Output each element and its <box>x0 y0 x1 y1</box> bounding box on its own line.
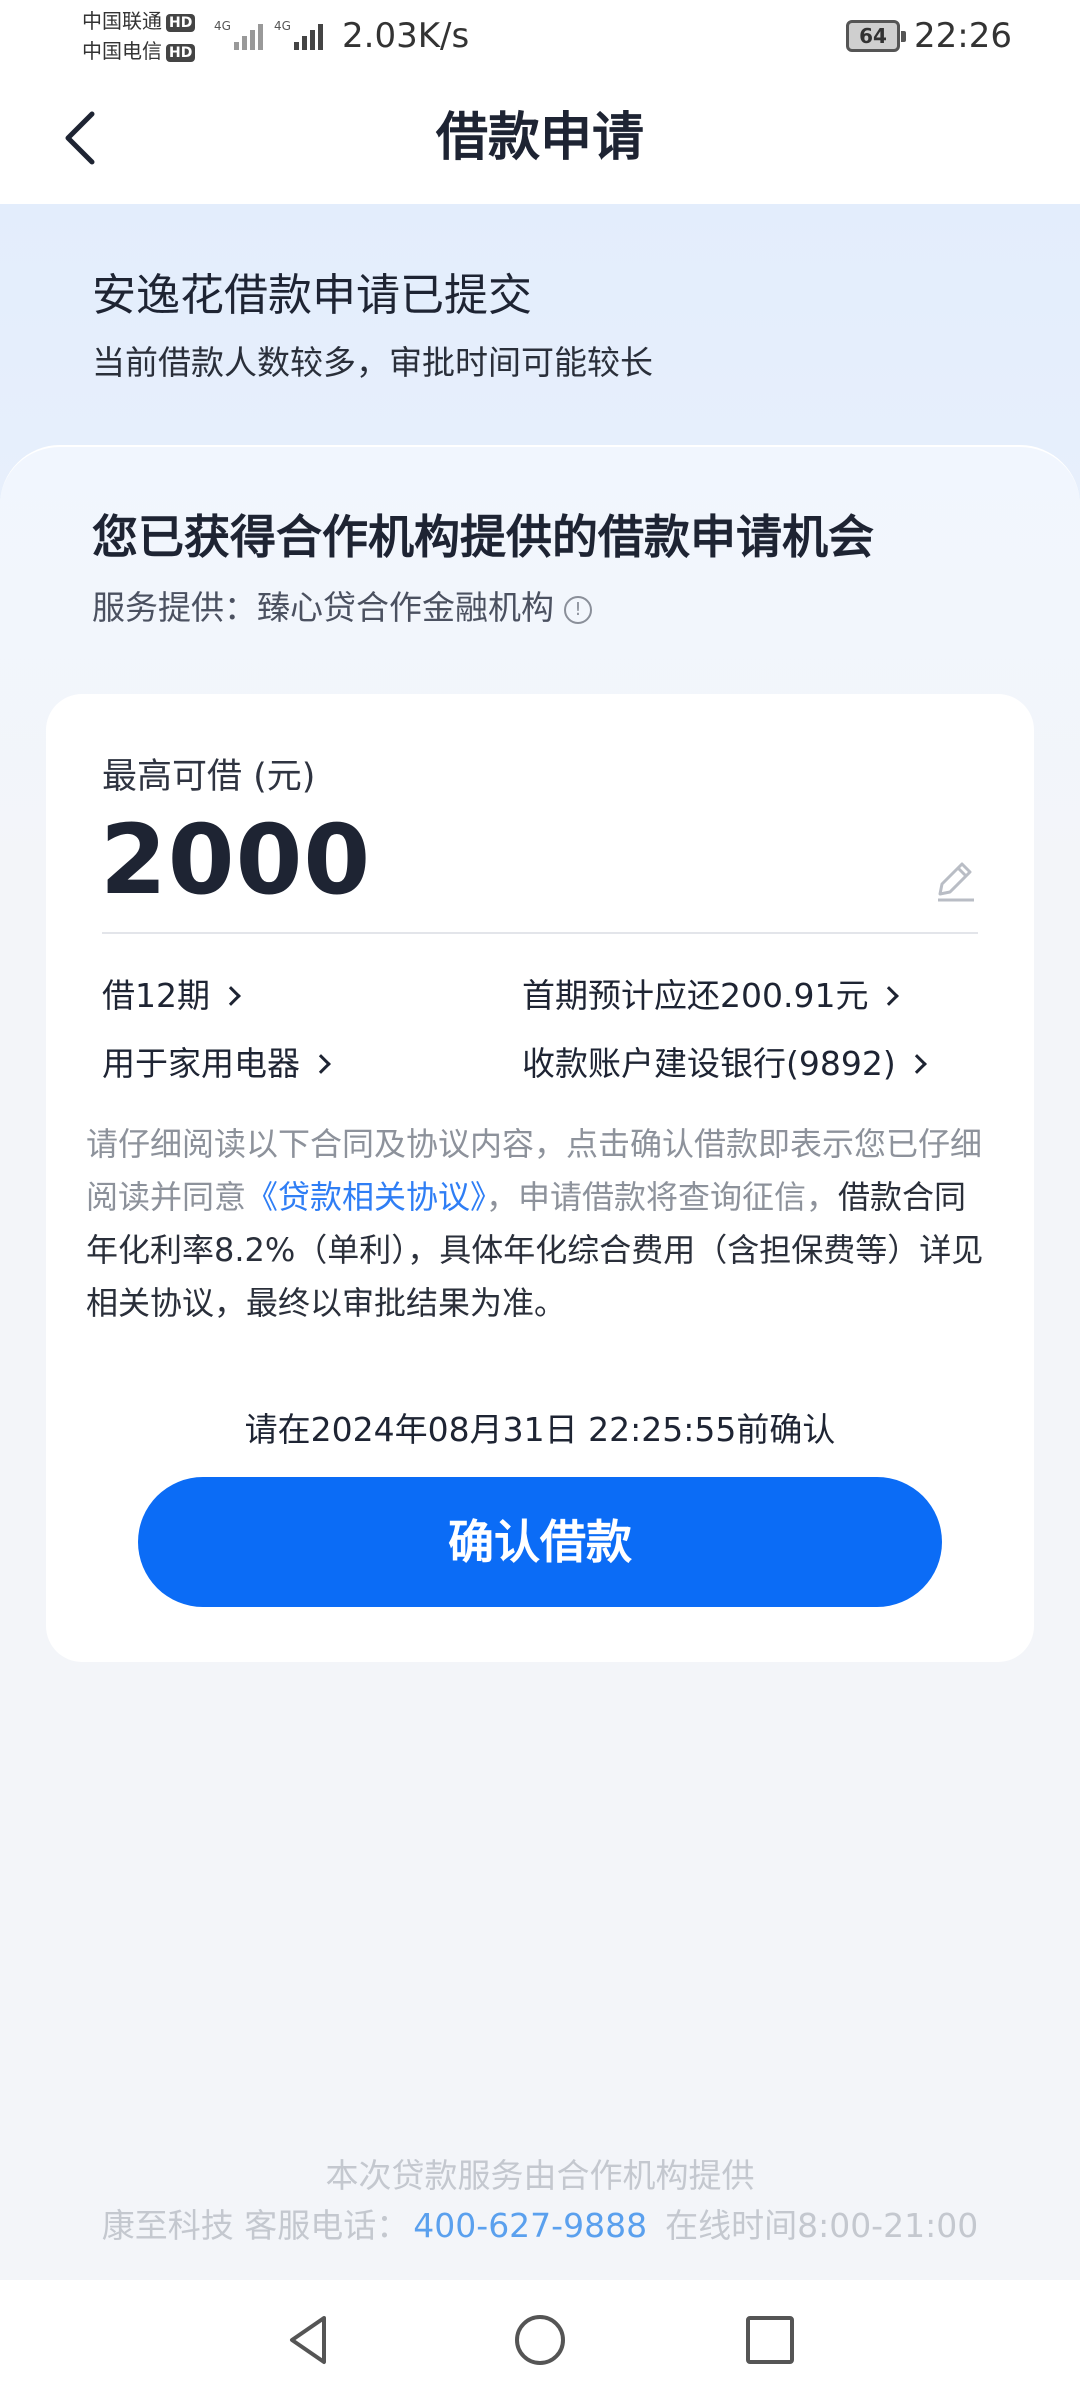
battery-icon: 64 <box>846 20 906 52</box>
confirm-deadline: 请在2024年08月31日 22:25:55前确认 <box>244 1410 836 1449</box>
chevron-right-icon <box>906 1054 927 1074</box>
carrier-info: 中国联通 HD 中国电信 HD <box>82 6 196 66</box>
confirm-loan-button[interactable]: 确认借款 <box>138 1477 942 1607</box>
svg-text:4G: 4G <box>274 19 291 33</box>
provider-name: 臻心贷合作金融机构 <box>257 588 554 627</box>
hd-badge-1: HD <box>166 13 196 32</box>
footer-provider-note: 本次贷款服务由合作机构提供 <box>325 2156 755 2195</box>
first-payment-label: 首期预计应还200.91元 <box>522 976 869 1015</box>
carrier-2: 中国电信 <box>82 39 162 63</box>
carrier-1: 中国联通 <box>82 9 162 33</box>
max-amount-label: 最高可借 (元) <box>102 757 316 797</box>
submit-status-title: 安逸花借款申请已提交 <box>92 270 532 321</box>
agreement-notice: 请仔细阅读以下合同及协议内容，点击确认借款即表示您已仔细阅读并同意《贷款相关协议… <box>86 1118 998 1330</box>
agreement-link[interactable]: 《贷款相关协议》 <box>246 1178 486 1216</box>
edit-amount-icon[interactable] <box>934 852 978 902</box>
amount-divider <box>102 932 978 934</box>
account-label: 收款账户建设银行(9892) <box>522 1044 896 1083</box>
status-bar: 中国联通 HD 中国电信 HD 4G 4G 2.03K/s 64 22:26 <box>0 0 1080 76</box>
nav-bar: 借款申请 <box>0 76 1080 204</box>
nav-recents-icon[interactable] <box>740 2310 800 2370</box>
info-icon[interactable]: ! <box>564 596 592 624</box>
provider-line: 服务提供：臻心贷合作金融机构! <box>92 584 592 632</box>
provider-label: 服务提供： <box>92 588 257 627</box>
svg-text:4G: 4G <box>214 19 231 33</box>
service-phone-link[interactable]: 400-627-9888 <box>413 2206 647 2245</box>
term-selector[interactable]: 借12期 <box>102 972 241 1020</box>
net-speed: 2.03K/s <box>342 16 470 56</box>
loan-amount: 2000 <box>100 804 372 916</box>
chevron-right-icon <box>879 986 900 1006</box>
footer-contact: 康至科技 客服电话： 400-627-9888 在线时间8:00-21:00 <box>0 2202 1080 2250</box>
hd-badge-2: HD <box>166 43 196 62</box>
purpose-selector[interactable]: 用于家用电器 <box>102 1040 331 1088</box>
account-selector[interactable]: 收款账户建设银行(9892) <box>522 1040 927 1088</box>
submit-status-desc: 当前借款人数较多，审批时间可能较长 <box>92 343 653 382</box>
footer-company: 康至科技 客服电话： <box>101 2206 410 2245</box>
term-label: 借12期 <box>102 976 210 1015</box>
clock: 22:26 <box>914 16 1012 56</box>
nav-back-icon[interactable] <box>278 2310 338 2370</box>
system-nav-bar <box>0 2280 1080 2400</box>
chevron-right-icon <box>221 986 241 1006</box>
signal-icon-1: 4G <box>214 19 263 50</box>
offer-title: 您已获得合作机构提供的借款申请机会 <box>92 510 874 564</box>
chevron-right-icon <box>311 1054 331 1074</box>
signal-icon-2: 4G <box>274 19 323 50</box>
nav-home-icon[interactable] <box>510 2310 570 2370</box>
footer-hours: 在线时间8:00-21:00 <box>665 2206 979 2245</box>
first-payment-selector[interactable]: 首期预计应还200.91元 <box>522 972 900 1020</box>
purpose-label: 用于家用电器 <box>102 1044 300 1083</box>
notice-text-2: ，申请借款将查询征信， <box>486 1178 839 1216</box>
page-title: 借款申请 <box>435 108 644 168</box>
